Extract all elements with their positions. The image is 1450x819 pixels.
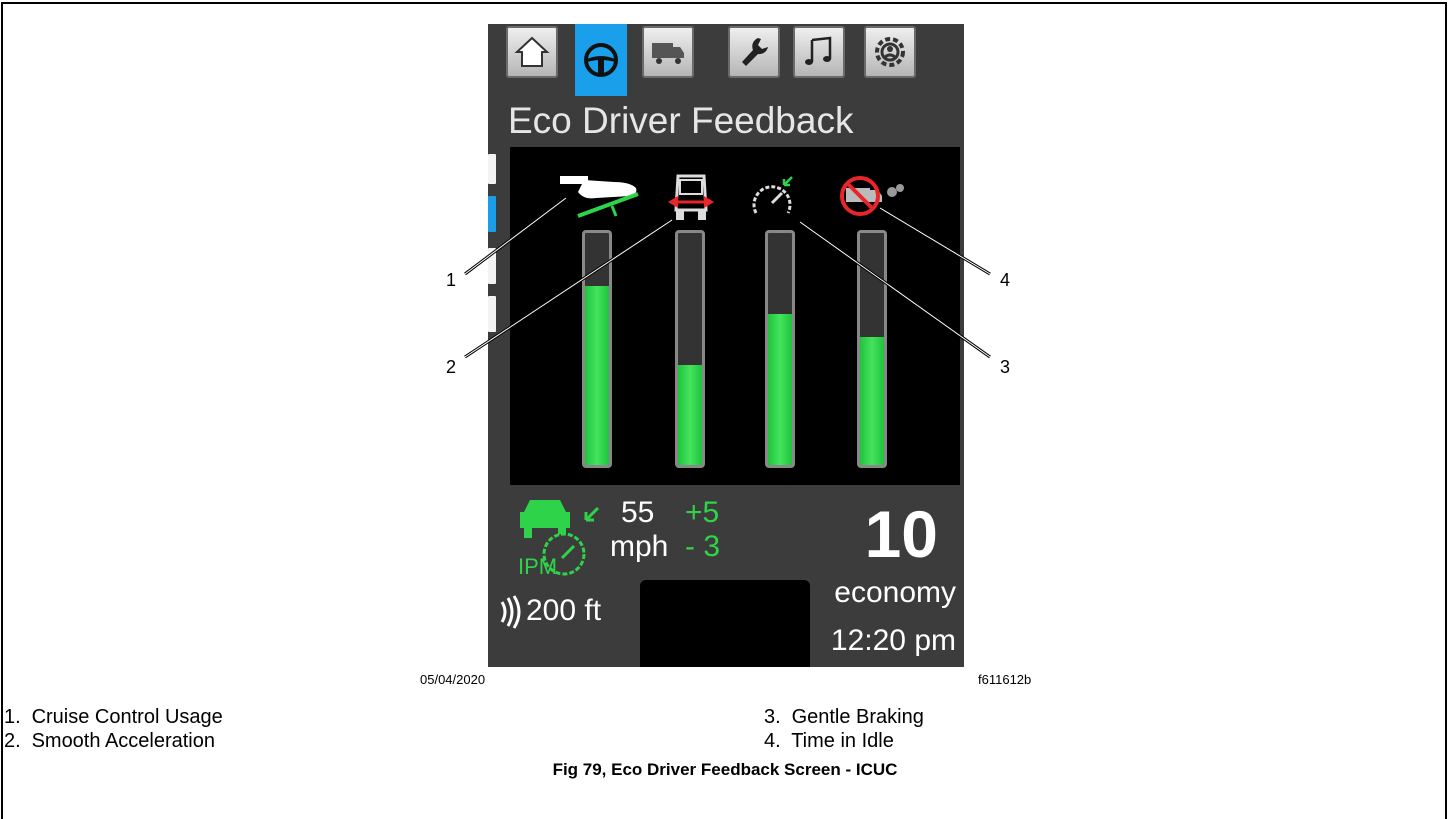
music-note-icon (805, 36, 832, 65)
following-distance: 200 ft (526, 594, 602, 627)
tab-service[interactable] (728, 26, 780, 78)
page-indicator-active (488, 196, 496, 232)
wrench-icon (742, 38, 768, 66)
icuc-display-screen: Eco Driver Feedback IPM 55 mph +5 - 3 20… (488, 24, 964, 667)
speed-offset-minus: - 3 (685, 530, 721, 563)
cruise-control-foot-pedal-icon (560, 176, 639, 218)
tab-settings[interactable] (864, 26, 916, 78)
speed-value: 55 (621, 496, 655, 529)
smooth-acceleration-icon (668, 174, 714, 220)
callout-1: 1 (446, 270, 457, 290)
distance-sensor-icon (500, 595, 521, 629)
ipm-label: IPM (518, 554, 558, 579)
settings-gear-icon (875, 37, 905, 67)
tab-driving[interactable] (575, 24, 627, 96)
tab-audio[interactable] (793, 26, 845, 78)
steering-wheel-icon (584, 43, 618, 77)
cruise-control-bar (582, 230, 612, 468)
time-in-idle-no-truck-icon (840, 176, 904, 216)
speed-unit: mph (610, 530, 669, 563)
callout-2: 2 (446, 357, 457, 377)
legend-item-1: 1. Cruise Control Usage (4, 706, 223, 728)
economy-score: 10 (864, 497, 938, 571)
tab-vehicle[interactable] (642, 26, 694, 78)
home-icon (514, 36, 550, 67)
clock-time: 12:20 pm (830, 624, 956, 657)
economy-label: economy (834, 576, 956, 609)
gentle-braking-gauge-icon (752, 176, 793, 214)
tab-home[interactable] (506, 26, 558, 78)
screen-title: Eco Driver Feedback (508, 100, 854, 141)
callout-4: 4 (1000, 270, 1011, 290)
smooth-acceleration-bar (675, 230, 705, 468)
callout-3: 3 (1000, 357, 1011, 377)
gentle-braking-bar (765, 230, 795, 468)
feedback-panel (510, 147, 960, 485)
figure-id: f611612b (978, 672, 1032, 687)
cruise-control-bar-fill (585, 286, 609, 465)
time-in-idle-bar (857, 230, 887, 468)
page-indicator (488, 296, 496, 332)
truck-icon (652, 43, 684, 64)
message-area (640, 580, 810, 667)
figure-date: 05/04/2020 (420, 672, 486, 687)
time-in-idle-bar-fill (860, 337, 884, 465)
gentle-braking-bar-fill (768, 314, 792, 465)
page-indicator (488, 248, 496, 284)
legend-item-4: 4. Time in Idle (764, 730, 894, 752)
legend-item-2: 2. Smooth Acceleration (4, 730, 215, 752)
speed-offset-plus: +5 (685, 496, 720, 529)
page-indicator (488, 154, 496, 184)
smooth-acceleration-bar-fill (678, 365, 702, 465)
legend-item-3: 3. Gentle Braking (764, 706, 924, 728)
figure-caption: Fig 79, Eco Driver Feedback Screen - ICU… (552, 760, 898, 779)
